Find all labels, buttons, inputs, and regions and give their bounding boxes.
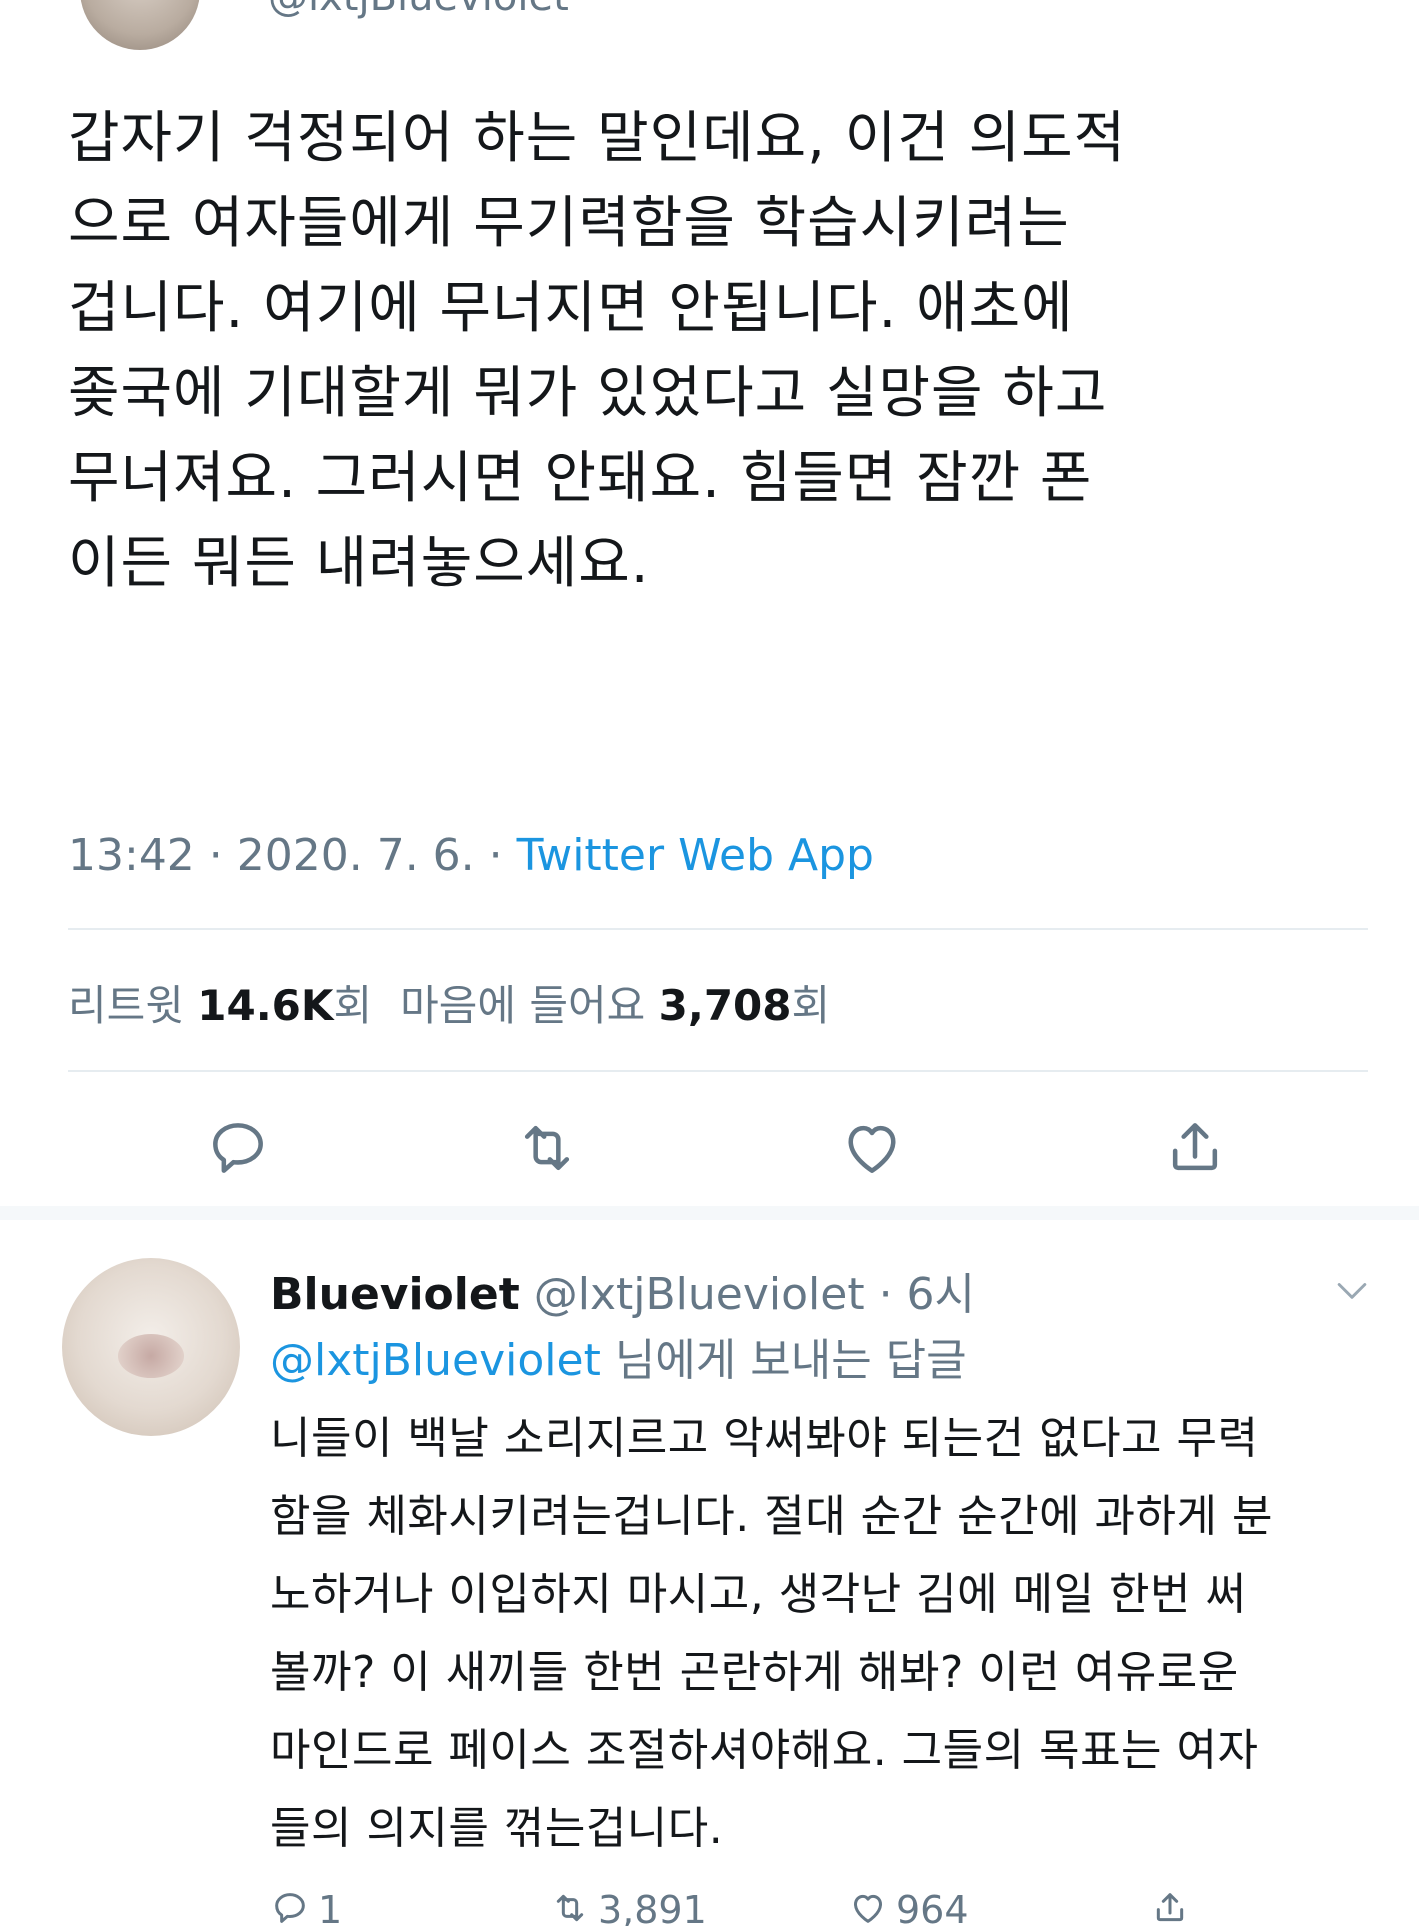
reply-author-handle[interactable]: @lxtjBlueviolet <box>534 1269 865 1320</box>
like-stat[interactable]: 마음에 들어요 3,708회 <box>400 981 830 1030</box>
reply-action-bar: 1 3,891 964 <box>0 1888 1419 1926</box>
like-icon <box>848 1125 896 1173</box>
reply-icon <box>275 1893 305 1923</box>
retweet-icon <box>556 1894 584 1922</box>
share-button[interactable] <box>1155 1108 1235 1188</box>
retweet-icon <box>524 1125 570 1171</box>
like-count: 964 <box>896 1888 969 1926</box>
tweet-source[interactable]: Twitter Web App <box>517 830 874 881</box>
tweet-action-bar <box>0 1108 1419 1188</box>
reply-share-button[interactable] <box>1150 1888 1198 1926</box>
retweet-stat-label: 리트윗 <box>68 981 184 1030</box>
chevron-down-icon[interactable] <box>1330 1268 1374 1312</box>
tweet-timestamp[interactable]: 13:42 · 2020. 7. 6. · <box>68 830 517 881</box>
like-stat-count: 3,708 <box>658 981 792 1030</box>
reply-author-name[interactable]: Blueviolet <box>270 1269 520 1320</box>
reply-retweet-button[interactable]: 3,891 <box>550 1888 707 1926</box>
share-icon <box>1156 1893 1184 1922</box>
reply-avatar[interactable] <box>62 1258 240 1436</box>
retweet-button[interactable] <box>507 1108 587 1188</box>
reply-header: Blueviolet @lxtjBlueviolet · 6시 <box>270 1258 975 1322</box>
reply-time[interactable]: · 6시 <box>879 1269 975 1320</box>
reply-like-button[interactable]: 964 <box>848 1888 969 1926</box>
reply-icon <box>213 1123 263 1173</box>
like-button[interactable] <box>832 1108 912 1188</box>
tweet-detail-page: @lxtjBlueviolet 갑자기 걱정되어 하는 말인데요, 이건 의도적… <box>0 0 1419 1926</box>
reply-count: 1 <box>318 1888 343 1926</box>
reply-reply-button[interactable]: 1 <box>270 1888 342 1926</box>
reply-button[interactable] <box>198 1108 278 1188</box>
avatar[interactable] <box>80 0 200 50</box>
section-divider <box>0 1206 1419 1220</box>
reply-to-suffix: 님에게 보내는 답글 <box>600 1335 967 1386</box>
like-stat-label: 마음에 들어요 <box>400 981 646 1030</box>
tweet-meta: 13:42 · 2020. 7. 6. · Twitter Web App <box>68 830 874 881</box>
share-icon <box>1172 1123 1218 1171</box>
avatar-face-graphic <box>118 1334 184 1378</box>
retweet-stat[interactable]: 리트윗 14.6K회 <box>68 981 372 1030</box>
reply-to-line: @lxtjBlueviolet 님에게 보내는 답글 <box>270 1324 967 1388</box>
retweet-stat-unit: 회 <box>333 981 373 1030</box>
reply-to-mention[interactable]: @lxtjBlueviolet <box>270 1335 601 1386</box>
divider <box>68 1070 1368 1072</box>
tweet-text: 갑자기 걱정되어 하는 말인데요, 이건 의도적 으로 여자들에게 무기력함을 … <box>68 106 1127 596</box>
engagement-stats: 리트윗 14.6K회 마음에 들어요 3,708회 <box>68 972 830 1033</box>
like-stat-unit: 회 <box>791 981 831 1030</box>
retweet-stat-count: 14.6K <box>197 981 334 1030</box>
author-handle[interactable]: @lxtjBlueviolet <box>268 0 569 20</box>
retweet-count: 3,891 <box>598 1888 707 1926</box>
divider <box>68 928 1368 930</box>
reply-text: 니들이 백날 소리지르고 악써봐야 되는건 없다고 무력 함을 체화시키려는겁니… <box>270 1413 1273 1854</box>
like-icon <box>854 1894 882 1923</box>
